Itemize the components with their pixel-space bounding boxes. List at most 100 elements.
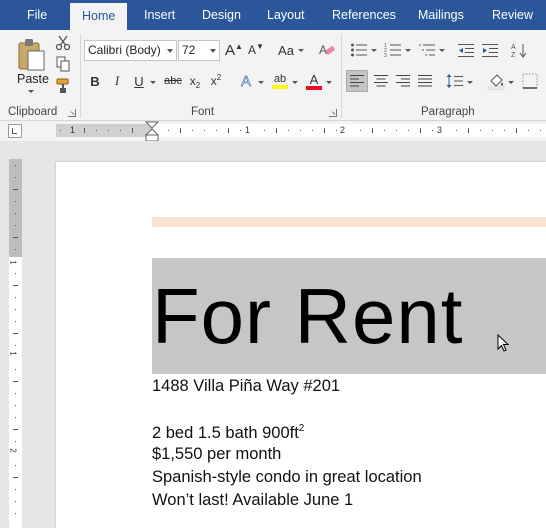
tab-review[interactable]: Review bbox=[492, 0, 533, 30]
underline-button[interactable]: U bbox=[130, 71, 148, 91]
font-color-chevron-icon[interactable] bbox=[326, 81, 332, 84]
tab-insert[interactable]: Insert bbox=[144, 0, 175, 30]
align-center-icon[interactable] bbox=[370, 70, 392, 92]
format-painter-icon[interactable] bbox=[54, 77, 72, 95]
ruler-tick bbox=[15, 249, 16, 250]
subscript-button[interactable]: x2 bbox=[186, 71, 204, 91]
highlight-chevron-icon[interactable] bbox=[292, 81, 298, 84]
ruler-tick bbox=[228, 128, 229, 133]
ruler-tick bbox=[13, 381, 18, 382]
tab-layout[interactable]: Layout bbox=[267, 0, 305, 30]
ruler-tick bbox=[15, 501, 16, 502]
change-case-chevron-icon[interactable] bbox=[298, 49, 304, 52]
strikethrough-button[interactable]: abc bbox=[162, 71, 184, 91]
line-spacing-icon[interactable] bbox=[445, 70, 465, 92]
ruler-tick bbox=[13, 333, 18, 334]
ruler-tick bbox=[408, 130, 409, 131]
ruler-tick bbox=[168, 130, 169, 131]
ruler-tick bbox=[468, 128, 469, 133]
ruler-number: 1 bbox=[245, 125, 251, 135]
superscript-button[interactable]: x2 bbox=[207, 71, 225, 91]
document-title[interactable]: For Rent bbox=[152, 266, 463, 366]
specs-line[interactable]: 2 bed 1.5 bath 900ft2 bbox=[152, 423, 304, 443]
borders-icon[interactable] bbox=[520, 70, 540, 92]
ruler-tick bbox=[396, 130, 397, 131]
font-size-select[interactable]: 72 bbox=[178, 40, 220, 61]
grow-font-button[interactable]: A ▲ bbox=[224, 40, 244, 60]
text-effects-button[interactable]: A bbox=[236, 71, 256, 91]
ruler-tick bbox=[420, 128, 421, 133]
ruler-tick bbox=[324, 128, 325, 133]
tab-design[interactable]: Design bbox=[202, 0, 241, 30]
address-line[interactable]: 1488 Villa Piña Way #201 bbox=[152, 377, 340, 396]
clipboard-dialog-launcher-icon[interactable] bbox=[68, 109, 76, 117]
font-family-select[interactable]: Calibri (Body) bbox=[84, 40, 177, 61]
justify-icon[interactable] bbox=[414, 70, 436, 92]
ruler-tick bbox=[276, 128, 277, 133]
numbering-chevron-icon[interactable] bbox=[405, 49, 411, 52]
ruler-tick bbox=[288, 130, 289, 131]
paste-icon[interactable] bbox=[13, 36, 49, 72]
text-effects-chevron-icon[interactable] bbox=[258, 81, 264, 84]
font-group-label: Font bbox=[191, 106, 215, 118]
font-color-button[interactable]: A bbox=[304, 70, 324, 92]
description-line[interactable]: Spanish-style condo in great location bbox=[152, 468, 422, 487]
ruler-tick bbox=[15, 489, 16, 490]
ruler-tick bbox=[15, 165, 16, 166]
multilevel-list-icon[interactable] bbox=[417, 40, 437, 60]
ruler-tick bbox=[312, 130, 313, 131]
shading-chevron-icon[interactable] bbox=[508, 81, 514, 84]
align-left-icon[interactable] bbox=[346, 70, 368, 92]
ribbon-tab-bar: File Home Insert Design Layout Reference… bbox=[0, 0, 546, 32]
ruler-number: 3 bbox=[437, 125, 443, 135]
align-right-icon[interactable] bbox=[392, 70, 414, 92]
ruler-tick bbox=[15, 393, 16, 394]
ruler-tick bbox=[15, 273, 16, 274]
paste-options-chevron-icon[interactable] bbox=[28, 90, 34, 93]
italic-button[interactable]: I bbox=[108, 71, 126, 91]
tab-selector-icon[interactable] bbox=[8, 124, 22, 138]
bold-button[interactable]: B bbox=[86, 71, 104, 91]
ruler-tick bbox=[15, 177, 16, 178]
line-spacing-chevron-icon[interactable] bbox=[467, 81, 473, 84]
tab-file[interactable]: File bbox=[27, 0, 47, 30]
shading-icon[interactable] bbox=[486, 70, 506, 92]
group-divider bbox=[341, 34, 342, 118]
font-family-value: Calibri (Body) bbox=[88, 43, 161, 57]
multilevel-chevron-icon[interactable] bbox=[439, 49, 445, 52]
numbering-icon[interactable]: 123 bbox=[383, 40, 403, 60]
paragraph-group-label: Paragraph bbox=[421, 106, 475, 118]
ruler-number: 2 bbox=[340, 125, 346, 135]
ruler-tick bbox=[84, 128, 85, 133]
decrease-indent-icon[interactable] bbox=[456, 40, 476, 60]
ruler-tick bbox=[15, 213, 16, 214]
tab-home[interactable]: Home bbox=[70, 3, 128, 32]
clear-formatting-button[interactable]: A bbox=[316, 40, 338, 60]
ruler-tick bbox=[540, 130, 541, 131]
indent-marker-icon[interactable] bbox=[145, 121, 159, 143]
horizontal-ruler[interactable]: 1 1 2 3 bbox=[0, 121, 546, 143]
ruler-tick bbox=[300, 130, 301, 131]
ruler-tick bbox=[13, 285, 18, 286]
tab-references[interactable]: References bbox=[332, 0, 396, 30]
copy-icon[interactable] bbox=[54, 55, 72, 73]
change-case-button[interactable]: Aa bbox=[273, 40, 299, 60]
paste-button[interactable]: Paste bbox=[17, 71, 49, 87]
availability-line[interactable]: Won’t last! Available June 1 bbox=[152, 491, 353, 510]
bullets-chevron-icon[interactable] bbox=[371, 49, 377, 52]
highlight-color-swatch bbox=[272, 85, 288, 89]
ruler-tick bbox=[132, 128, 133, 133]
highlight-color-button[interactable]: ab bbox=[270, 70, 290, 92]
sort-icon[interactable]: AZ bbox=[510, 40, 530, 60]
font-size-value: 72 bbox=[182, 43, 196, 57]
shrink-font-button[interactable]: A ▼ bbox=[246, 40, 266, 60]
price-line[interactable]: $1,550 per month bbox=[152, 445, 281, 464]
tab-mailings[interactable]: Mailings bbox=[418, 0, 464, 30]
mouse-pointer-icon bbox=[497, 334, 510, 352]
bullets-icon[interactable] bbox=[349, 40, 369, 60]
vertical-ruler-top-margin bbox=[9, 159, 22, 257]
underline-chevron-icon[interactable] bbox=[150, 81, 156, 84]
cut-icon[interactable] bbox=[54, 34, 72, 52]
font-dialog-launcher-icon[interactable] bbox=[329, 109, 337, 117]
increase-indent-icon[interactable] bbox=[480, 40, 500, 60]
